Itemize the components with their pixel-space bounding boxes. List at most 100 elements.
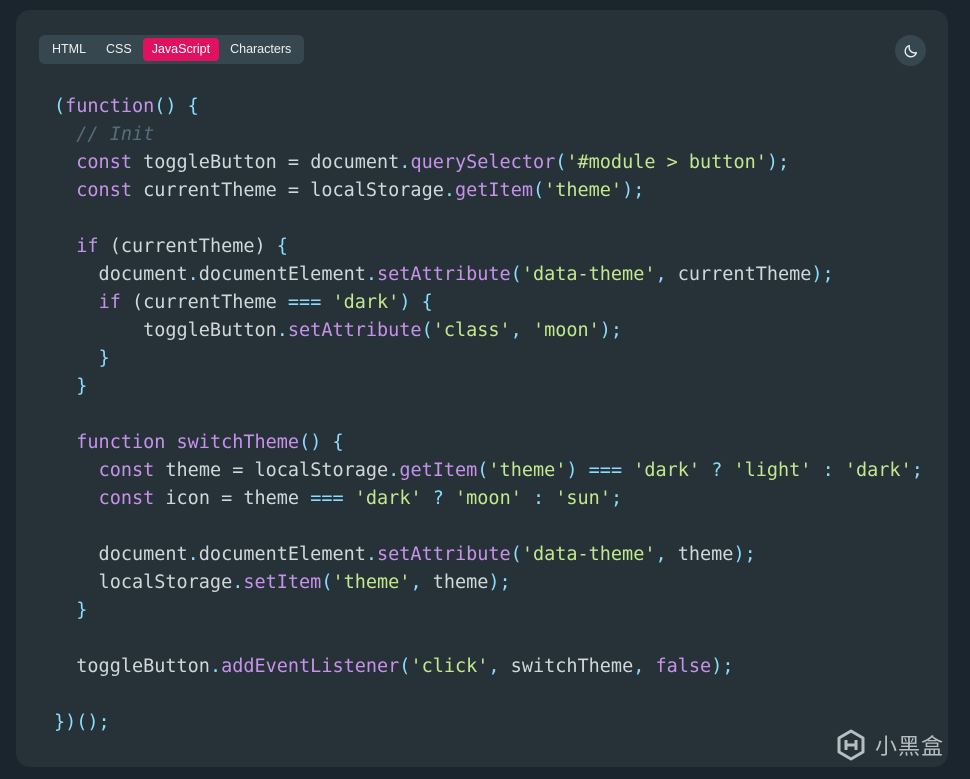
code-line: function switchTheme() { [54,429,923,457]
code-token: // Init [76,124,155,145]
code-token: function [76,432,166,453]
code-token: switchTheme [499,656,634,677]
code-token: addEventListener [221,656,400,677]
code-token: . [399,152,411,173]
code-token: ; [610,488,623,509]
watermark-text: 小黑盒 [874,735,944,760]
code-token: icon = theme [154,488,311,509]
code-token: toggleButton = document [131,152,400,173]
code-token: ( [421,320,433,341]
code-token: ); [811,264,834,285]
code-token: , [655,264,667,285]
code-token: ( [321,572,333,593]
code-token: () { [299,432,344,453]
code-token: currentTheme [666,264,812,285]
theme-toggle-button[interactable] [895,35,926,66]
code-line: if (currentTheme === 'dark') { [54,289,923,317]
tab-html[interactable]: HTML [43,38,95,61]
code-token: ); [622,180,645,201]
code-token: , [510,320,522,341]
code-line: toggleButton.addEventListener('click', s… [54,653,923,681]
code-token: 'moon' [455,488,522,509]
code-line: const theme = localStorage.getItem('them… [54,457,923,485]
code-line: } [54,597,923,625]
code-token: } [76,376,88,397]
code-token: })(); [54,712,110,733]
tab-javascript[interactable]: JavaScript [142,38,220,61]
code-token: 'data-theme' [521,544,656,565]
code-block: (function() { // Init const toggleButton… [54,93,923,737]
code-token: getItem [455,180,533,201]
code-token: ) { [399,292,433,313]
code-token: 'dark' [332,292,400,313]
code-token: ); [488,572,511,593]
code-token: { [276,236,288,257]
code-token: currentTheme = localStorage [131,180,444,201]
code-token: 'theme' [488,460,567,481]
moon-icon [904,44,917,57]
code-token: 'theme' [544,180,623,201]
code-token: ); [766,152,790,173]
code-line: localStorage.setItem('theme', theme); [54,569,923,597]
code-token: . [276,320,288,341]
code-token: ( [510,264,522,285]
code-line: document.documentElement.setAttribute('d… [54,541,923,569]
code-token: theme [421,572,489,593]
code-line: } [54,345,923,373]
code-token: ( [510,544,522,565]
code-token: setAttribute [287,320,422,341]
code-token: ? [711,460,723,481]
code-line: } [54,373,923,401]
code-line: const currentTheme = localStorage.getIte… [54,177,923,205]
code-token: false [655,656,712,677]
code-token: . [187,264,199,285]
code-line: document.documentElement.setAttribute('d… [54,261,923,289]
code-token: const [98,460,155,481]
code-token: (currentTheme [120,292,288,313]
code-line: toggleButton.setAttribute('class', 'moon… [54,317,923,345]
code-token: === [588,460,623,481]
code-token: === [287,292,322,313]
tab-characters[interactable]: Characters [221,38,300,61]
code-token: ( [477,460,489,481]
code-token: setItem [243,572,322,593]
code-card: HTML CSS JavaScript Characters (function… [16,10,948,767]
code-token: . [232,572,244,593]
code-token: ( [555,152,567,173]
code-token: 'sun' [555,488,611,509]
code-token: , [655,544,667,565]
code-token: ); [599,320,623,341]
code-token: } [98,348,110,369]
code-line: (function() { [54,93,923,121]
code-token: theme [666,544,734,565]
code-token: documentElement [198,264,366,285]
tab-css[interactable]: CSS [97,38,141,61]
code-token: 'class' [432,320,511,341]
code-token: 'dark' [633,460,701,481]
code-token: . [187,544,199,565]
code-token: ? [432,488,444,509]
code-token: localStorage [54,572,233,593]
code-token: , [410,572,422,593]
code-token: const [76,152,132,173]
